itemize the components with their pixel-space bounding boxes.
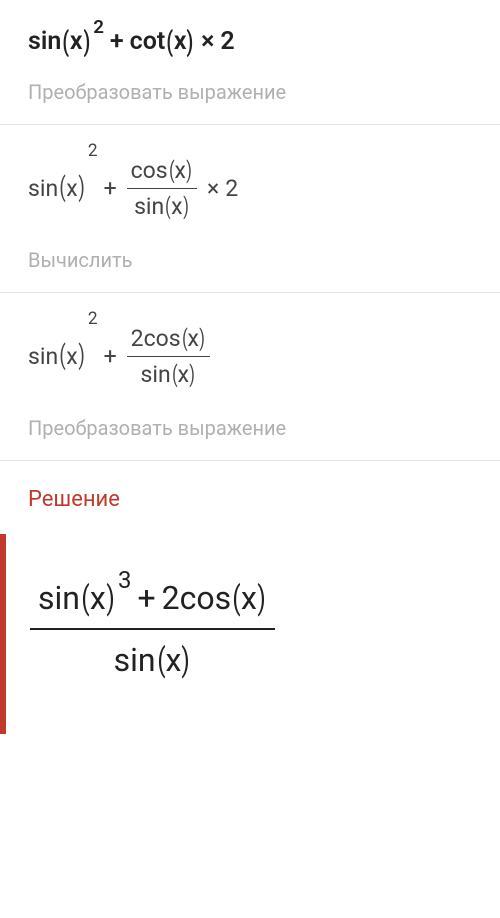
var-x: x [164, 644, 182, 676]
paren-left: ( [167, 28, 174, 56]
op-mult: × [195, 29, 220, 54]
step-3-hint: Преобразовать выражение [28, 416, 480, 440]
op-plus: + [98, 345, 123, 368]
fraction: 2 cos ( x ) sin ( x ) [127, 321, 210, 392]
exponent-2: 2 [93, 18, 104, 37]
paren-left: ( [165, 195, 171, 218]
var-x: x [65, 345, 78, 368]
paren-right: ) [199, 327, 205, 350]
op-plus: + [98, 177, 123, 200]
exponent-2: 2 [88, 311, 98, 328]
op-mult: × [201, 177, 225, 200]
paren-right: ) [106, 582, 114, 614]
fn-cot: cot [130, 29, 166, 54]
paren-left: ( [182, 327, 188, 350]
var-x: x [65, 177, 78, 200]
var-x: x [174, 159, 187, 182]
step-2-expression: sin ( x ) 2 + cos ( x ) sin ( x ) × 2 [28, 153, 480, 224]
paren-right: ) [78, 175, 84, 201]
paren-left: ( [81, 582, 89, 614]
denominator: sin ( x ) [137, 357, 200, 392]
step-1-expression: sin ( x ) 2 + cot ( x ) × 2 [28, 28, 480, 56]
num-2: 2 [162, 582, 180, 614]
step-3-expression: sin ( x ) 2 + 2 cos ( x ) sin ( x ) [28, 321, 480, 392]
fn-cos: cos [180, 582, 232, 614]
paren-left: ( [169, 159, 175, 182]
fn-sin: sin [114, 644, 156, 676]
step-2-hint: Вычислить [28, 248, 480, 272]
var-x: x [170, 195, 183, 218]
step-1-hint: Преобразовать выражение [28, 80, 480, 104]
paren-right: ) [187, 28, 194, 56]
paren-left: ( [60, 343, 66, 369]
paren-right: ) [189, 363, 195, 386]
denominator: sin ( x ) [106, 630, 200, 690]
num-2: 2 [131, 327, 144, 350]
paren-right: ) [78, 343, 84, 369]
var-x: x [177, 363, 190, 386]
paren-left: ( [232, 582, 240, 614]
solution-label: Решение [0, 487, 500, 512]
solution-box[interactable]: sin ( x ) 3 + 2 cos ( x ) sin ( x [0, 534, 500, 734]
fn-cos: cos [131, 159, 168, 182]
num-2: 2 [225, 177, 238, 200]
num-2: 2 [220, 29, 234, 54]
paren-right: ) [83, 28, 90, 56]
paren-left: ( [172, 363, 178, 386]
step-1[interactable]: sin ( x ) 2 + cot ( x ) × 2 Преобразоват… [0, 0, 500, 125]
numerator: sin ( x ) 3 + 2 cos ( x ) [30, 568, 275, 628]
paren-right: ) [186, 159, 192, 182]
var-x: x [89, 582, 107, 614]
fraction: sin ( x ) 3 + 2 cos ( x ) sin ( x [30, 568, 275, 690]
fn-sin: sin [28, 177, 58, 200]
paren-right: ) [183, 195, 189, 218]
op-plus: + [131, 582, 161, 614]
solution-expression: sin ( x ) 3 + 2 cos ( x ) sin ( x [26, 568, 484, 690]
var-x: x [173, 29, 188, 54]
fn-cos: cos [144, 327, 181, 350]
numerator: 2 cos ( x ) [127, 321, 210, 356]
step-2[interactable]: sin ( x ) 2 + cos ( x ) sin ( x ) × 2 Вы… [0, 125, 500, 293]
exponent-2: 2 [88, 143, 98, 160]
paren-right: ) [257, 582, 265, 614]
numerator: cos ( x ) [127, 153, 197, 188]
fn-sin: sin [28, 29, 61, 54]
step-3[interactable]: sin ( x ) 2 + 2 cos ( x ) sin ( x ) Прео… [0, 293, 500, 461]
var-x: x [186, 327, 199, 350]
fn-sin: sin [141, 363, 171, 386]
var-x: x [240, 582, 258, 614]
var-x: x [69, 29, 84, 54]
fn-sin: sin [28, 345, 58, 368]
paren-left: ( [157, 644, 165, 676]
fn-sin: sin [38, 582, 80, 614]
exponent-3: 3 [118, 568, 132, 592]
paren-left: ( [63, 28, 70, 56]
solution-section: Решение sin ( x ) 3 + 2 cos ( x ) [0, 461, 500, 734]
fn-sin: sin [134, 195, 164, 218]
paren-left: ( [60, 175, 66, 201]
fraction: cos ( x ) sin ( x ) [127, 153, 197, 224]
paren-right: ) [182, 644, 190, 676]
denominator: sin ( x ) [130, 189, 193, 224]
op-plus: + [104, 29, 130, 54]
